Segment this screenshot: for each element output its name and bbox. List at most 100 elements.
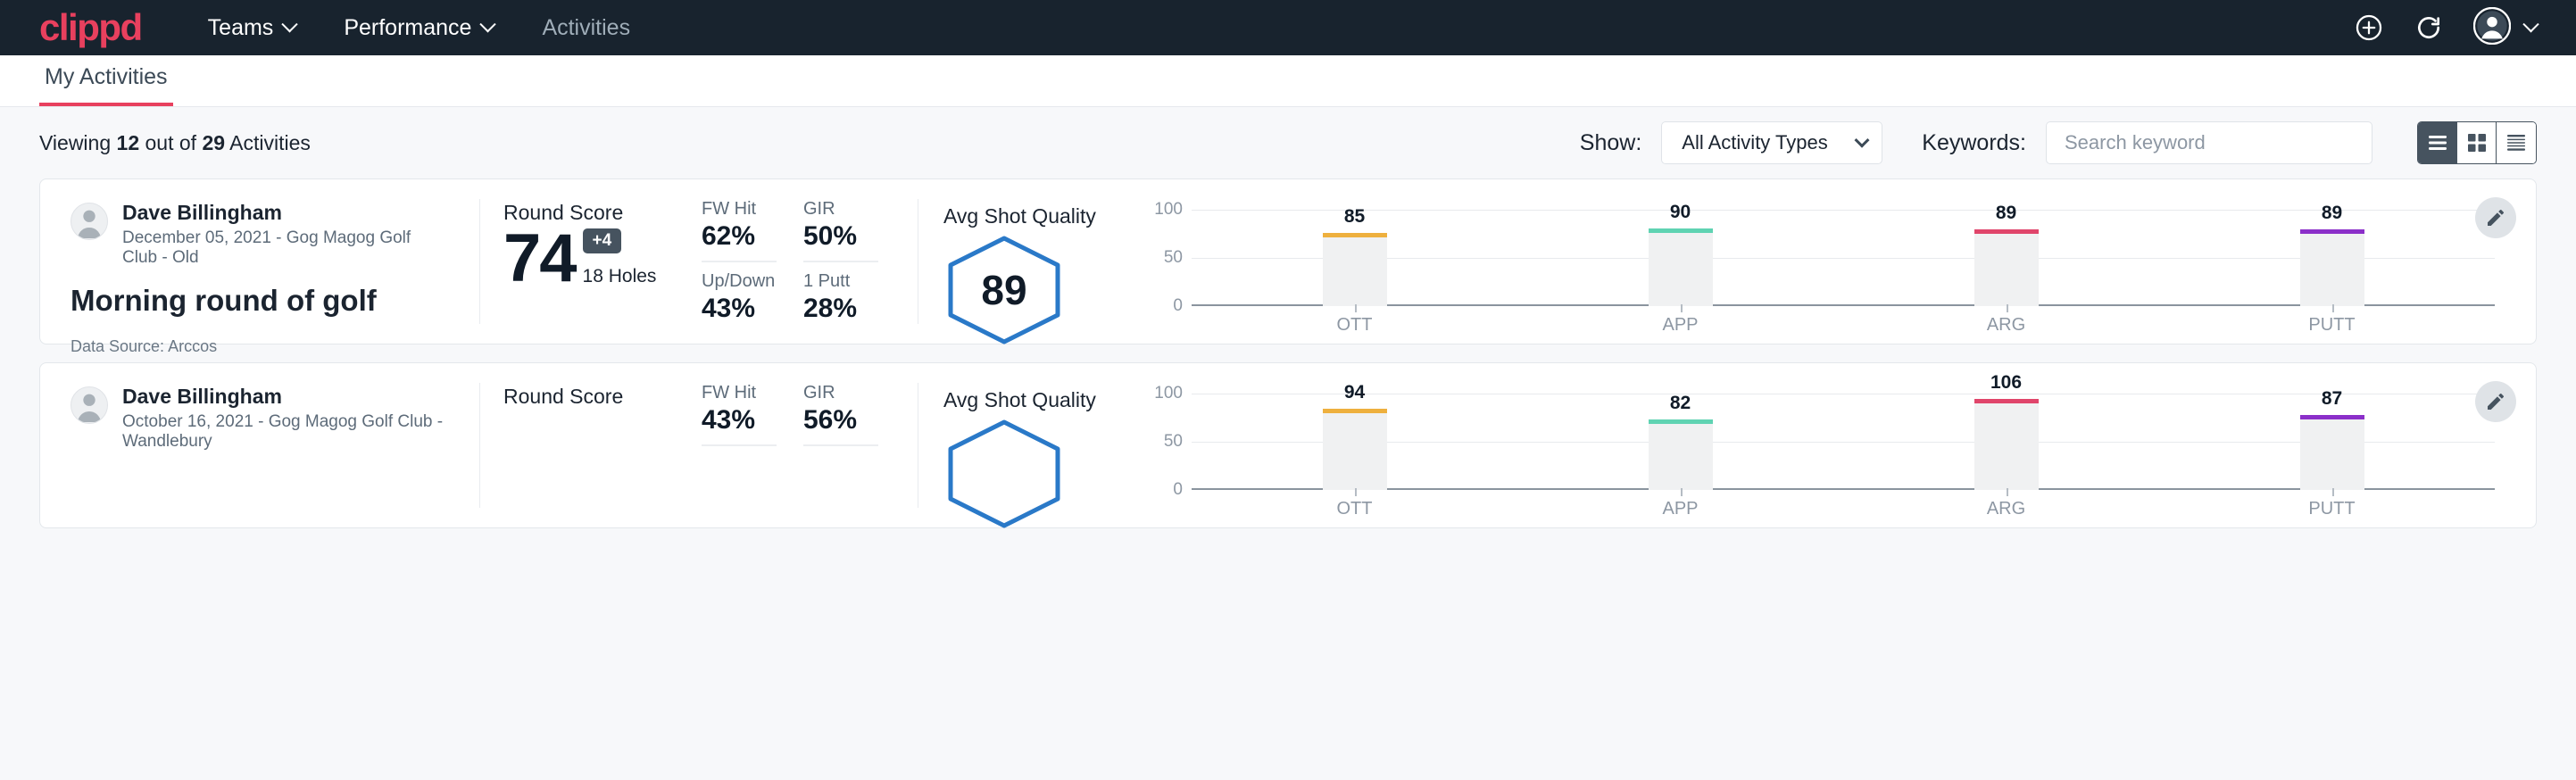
y-tick-50: 50 — [1164, 432, 1183, 452]
activity-card-list: Dave Billingham December 05, 2021 - Gog … — [0, 178, 2576, 780]
edit-activity-button[interactable] — [2475, 381, 2516, 422]
view-mode-list-button[interactable] — [2418, 122, 2457, 163]
x-label-putt: PUTT — [2300, 315, 2364, 336]
stat-value: 43% — [702, 405, 777, 436]
edit-activity-button[interactable] — [2475, 197, 2516, 238]
stat-label: Up/Down — [702, 271, 777, 292]
viewing-count: 12 — [117, 131, 140, 154]
player-header: Dave Billingham December 05, 2021 - Gog … — [71, 201, 449, 268]
y-tick-0: 0 — [1173, 480, 1183, 500]
bar-app — [1649, 419, 1713, 490]
y-tick-0: 0 — [1173, 296, 1183, 316]
chart-bars: 94 82 106 87 — [1192, 394, 2495, 490]
bar-value-putt: 89 — [2300, 203, 2364, 224]
viewing-total: 29 — [202, 131, 225, 154]
stat-one-putt: 1 Putt 28% — [803, 271, 878, 324]
bar-putt — [2300, 415, 2364, 490]
bar-arg — [1974, 229, 2039, 306]
chart-bars: 85 90 89 89 — [1192, 210, 2495, 306]
view-mode-compact-button[interactable] — [2497, 122, 2536, 163]
bar-value-arg: 106 — [1974, 372, 2039, 394]
stat-gir: GIR 56% — [803, 383, 878, 446]
view-mode-grid-button[interactable] — [2457, 122, 2497, 163]
avg-shot-quality-value — [943, 418, 1065, 530]
show-label: Show: — [1580, 130, 1641, 156]
stat-gir: GIR 50% — [803, 199, 878, 262]
bar-putt — [2300, 229, 2364, 306]
bar-column-putt: 87 — [2300, 394, 2364, 490]
x-label-app: APP — [1649, 315, 1713, 336]
player-header: Dave Billingham October 16, 2021 - Gog M… — [71, 385, 449, 452]
stat-value: 50% — [803, 221, 878, 252]
pencil-icon — [2485, 207, 2506, 228]
bar-column-ott: 85 — [1323, 210, 1387, 306]
holes-label: 18 Holes — [583, 266, 657, 287]
activity-card[interactable]: Dave Billingham October 16, 2021 - Gog M… — [39, 362, 2537, 528]
round-score-row: 74 +4 18 Holes — [503, 227, 678, 291]
round-score-column: Round Score — [480, 363, 678, 527]
viewing-count-text: Viewing 12 out of 29 Activities — [39, 131, 311, 155]
activity-card[interactable]: Dave Billingham December 05, 2021 - Gog … — [39, 178, 2537, 344]
bar-column-arg: 106 — [1974, 394, 2039, 490]
bar-arg — [1974, 399, 2039, 490]
shot-quality-summary: Avg Shot Quality 89 — [943, 201, 1154, 344]
avg-shot-quality-value: 89 — [943, 234, 1065, 346]
stat-label: GIR — [803, 383, 878, 403]
x-label-ott: OTT — [1323, 499, 1387, 519]
nav-item-teams[interactable]: Teams — [204, 10, 300, 46]
nav-item-activities[interactable]: Activities — [538, 10, 634, 46]
plus-circle-icon[interactable] — [2354, 12, 2384, 43]
score-to-par-badge: +4 — [583, 228, 622, 253]
stat-label: GIR — [803, 199, 878, 220]
viewing-prefix: Viewing — [39, 131, 117, 154]
x-label-arg: ARG — [1974, 499, 2039, 519]
nav-actions — [2354, 7, 2537, 49]
bar-column-app: 90 — [1649, 210, 1713, 306]
pencil-icon — [2485, 391, 2506, 412]
top-navbar: clippd Teams Performance Activities — [0, 0, 2576, 55]
tab-my-activities[interactable]: My Activities — [39, 64, 173, 106]
activity-data-source: Data Source: Arccos — [71, 337, 449, 356]
round-score-label: Round Score — [503, 385, 678, 409]
nav-item-activities-label: Activities — [542, 15, 630, 41]
brand-logo[interactable]: clippd — [39, 9, 142, 46]
round-score-value: 74 — [503, 227, 576, 291]
player-name: Dave Billingham — [122, 201, 449, 224]
y-tick-50: 50 — [1164, 248, 1183, 268]
chart-x-labels: OTT APP ARG PUTT — [1192, 499, 2495, 519]
stat-value: 62% — [702, 221, 777, 252]
x-label-putt: PUTT — [2300, 499, 2364, 519]
shot-quality-column: Avg Shot Quality 89 100 50 0 — [918, 179, 2536, 344]
stats-column: FW Hit 62% GIR 50% Up/Down 43% 1 Putt 28… — [678, 179, 918, 344]
y-tick-100: 100 — [1154, 200, 1183, 220]
activity-meta: December 05, 2021 - Gog Magog Golf Club … — [122, 228, 449, 268]
activity-meta: October 16, 2021 - Gog Magog Golf Club -… — [122, 412, 449, 452]
x-label-ott: OTT — [1323, 315, 1387, 336]
refresh-icon[interactable] — [2414, 13, 2443, 42]
player-name: Dave Billingham — [122, 385, 449, 408]
stat-label: 1 Putt — [803, 271, 878, 292]
bar-column-arg: 89 — [1974, 210, 2039, 306]
toolbar-controls: Show: All Activity Types Keywords: — [1580, 121, 2537, 164]
avatar-menu[interactable] — [2473, 7, 2537, 49]
shot-quality-hexagon: 89 — [943, 234, 1065, 346]
search-input[interactable] — [2046, 121, 2372, 164]
bar-column-ott: 94 — [1323, 394, 1387, 490]
avatar — [71, 203, 108, 240]
nav-item-performance-label: Performance — [344, 15, 471, 41]
viewing-mid: out of — [139, 131, 202, 154]
x-label-arg: ARG — [1974, 315, 2039, 336]
bar-column-putt: 89 — [2300, 210, 2364, 306]
bar-value-putt: 87 — [2300, 388, 2364, 410]
round-score-column: Round Score 74 +4 18 Holes — [480, 179, 678, 344]
avg-shot-quality-label: Avg Shot Quality — [943, 388, 1154, 412]
stat-fw-hit: FW Hit 43% — [702, 383, 777, 446]
stat-up-down: Up/Down 43% — [702, 271, 777, 324]
shot-quality-bar-chart: 100 50 0 94 82 106 — [1154, 385, 2536, 527]
activity-type-select[interactable]: All Activity Types — [1661, 121, 1882, 164]
bar-value-arg: 89 — [1974, 203, 2039, 224]
chevron-down-icon — [2522, 16, 2539, 32]
nav-item-performance[interactable]: Performance — [340, 10, 497, 46]
shot-quality-summary: Avg Shot Quality — [943, 385, 1154, 527]
avatar — [71, 386, 108, 424]
